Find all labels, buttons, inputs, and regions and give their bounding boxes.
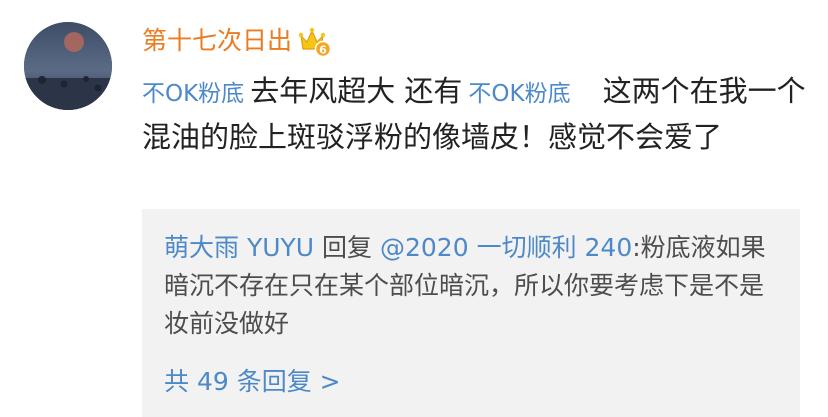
comment-text-segment: 去年风超大 还有 xyxy=(250,74,463,108)
reply-separator: : xyxy=(632,233,641,262)
reply-target-mention[interactable]: @2020 一切顺利 240 xyxy=(380,233,632,262)
mention-link[interactable]: 不OK粉底 xyxy=(142,81,244,107)
vip-crown-badge-icon: 6 xyxy=(298,25,332,58)
reply-action: 回复 xyxy=(314,233,380,262)
reply-content: 萌大雨 YUYU 回复 @2020 一切顺利 240:粉底液如果暗沉不存在只在某… xyxy=(164,229,784,343)
avatar[interactable] xyxy=(24,22,112,110)
svg-text:6: 6 xyxy=(319,44,327,57)
comment-body: 不OK粉底 去年风超大 还有 不OK粉底 这两个在我一个混油的脸上斑驳浮粉的像墙皮！感… xyxy=(142,70,814,159)
username-row: 第十七次日出 6 xyxy=(142,22,332,60)
reply-preview[interactable]: 萌大雨 YUYU 回复 @2020 一切顺利 240:粉底液如果暗沉不存在只在某… xyxy=(142,209,800,417)
avatar-image xyxy=(24,22,112,110)
reply-username[interactable]: 萌大雨 YUYU xyxy=(164,233,314,262)
comment-card: 第十七次日出 6 不OK粉底 去年风超大 还有 不OK粉底 这两个在我一个混油的脸上斑… xyxy=(0,0,828,417)
username[interactable]: 第十七次日出 xyxy=(142,22,292,60)
more-replies-link[interactable]: 共 49 条回复 > xyxy=(164,363,341,401)
mention-link[interactable]: 不OK粉底 xyxy=(468,81,570,107)
